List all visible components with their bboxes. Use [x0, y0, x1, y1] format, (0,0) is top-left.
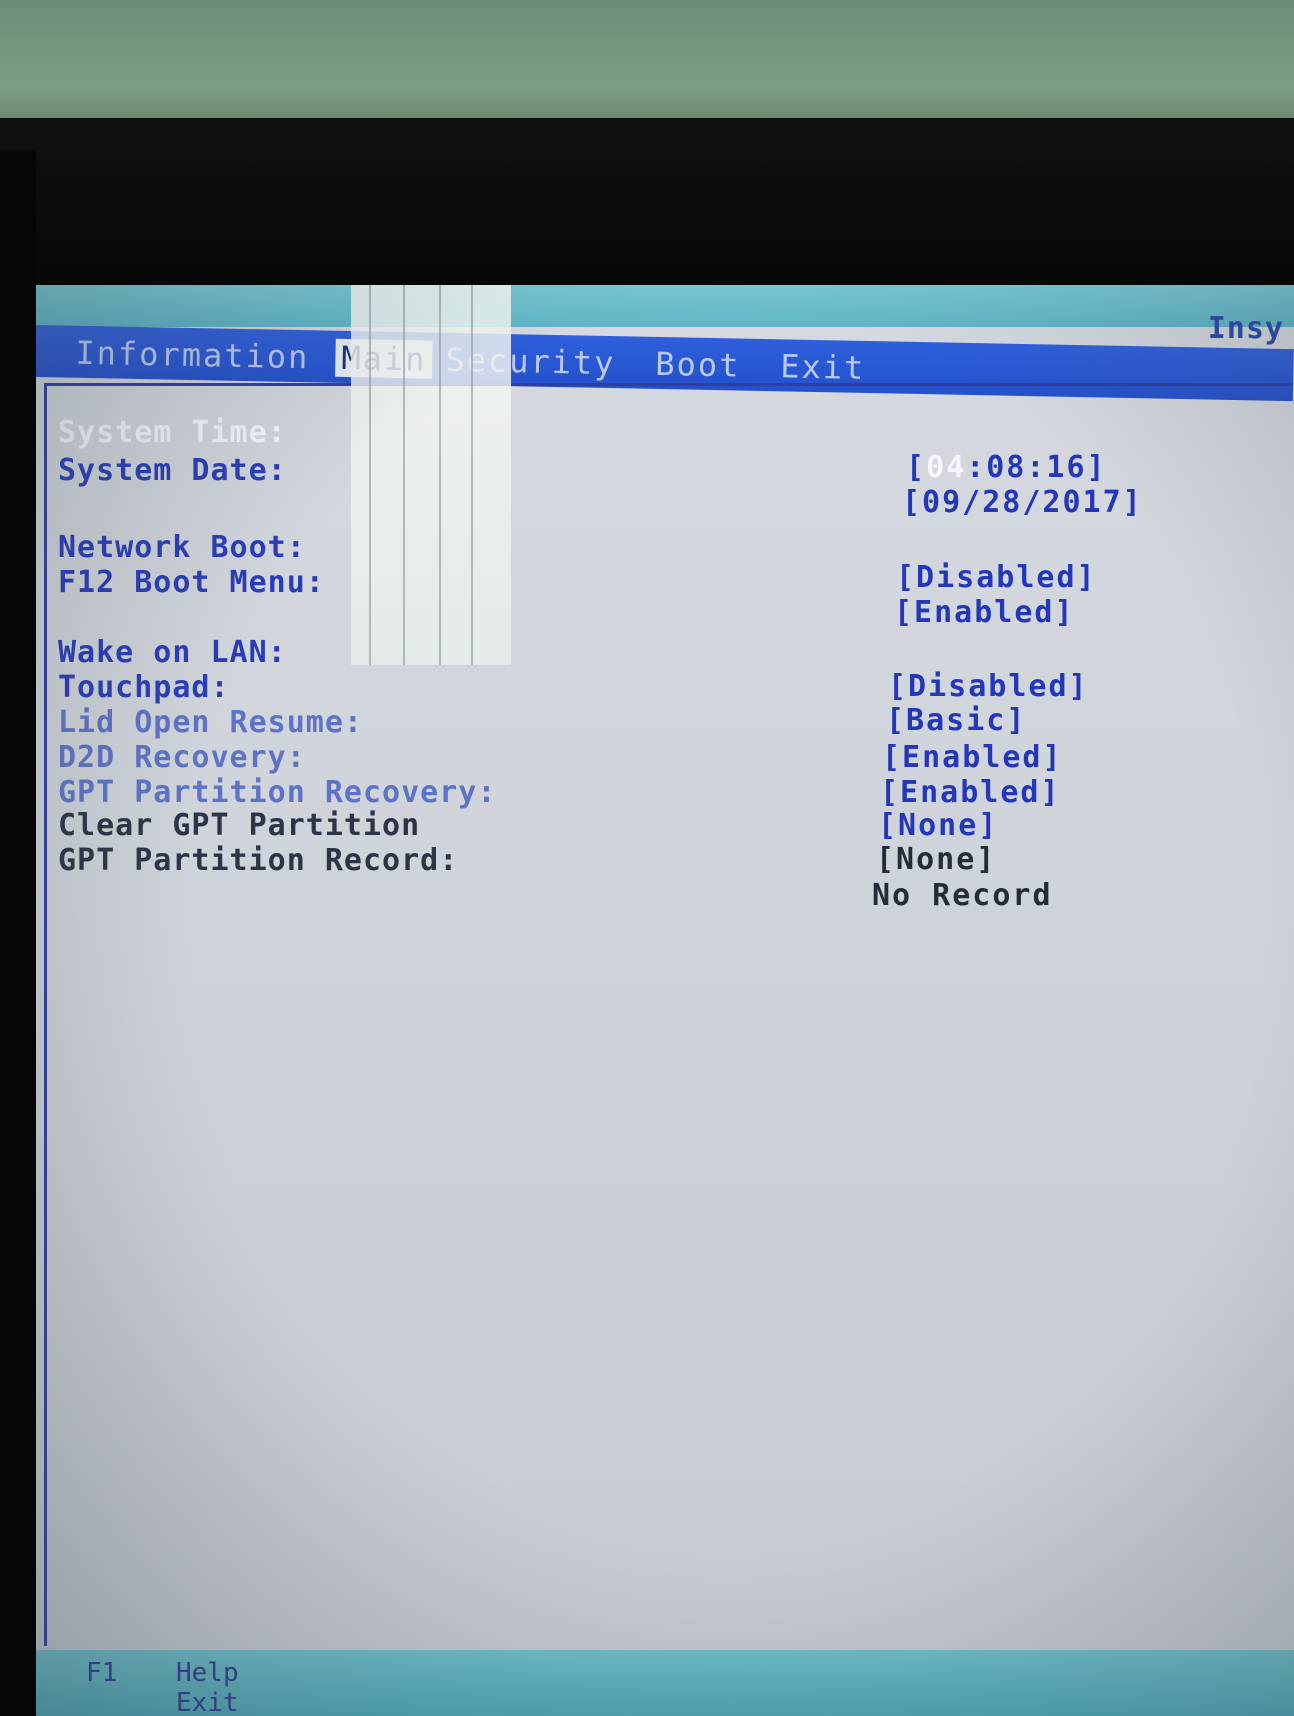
title-strip: [36, 285, 1294, 327]
help-label: Help: [176, 1658, 239, 1688]
setting-label-network-boot[interactable]: Network Boot:: [58, 530, 306, 565]
setting-label-touchpad[interactable]: Touchpad:: [58, 670, 230, 705]
setting-value-network-boot[interactable]: [Disabled]: [896, 560, 1097, 595]
menu-tab-exit[interactable]: Exit: [780, 347, 866, 387]
monitor-bezel-left: [0, 150, 36, 1716]
setting-value-system-time[interactable]: [04:08:16]: [906, 450, 1107, 485]
setting-value-lid-open-resume[interactable]: [Enabled]: [882, 740, 1063, 775]
setting-value-system-date[interactable]: [09/28/2017]: [902, 485, 1143, 520]
help-key-f1: F1: [86, 1658, 118, 1688]
setting-value-wake-on-lan[interactable]: [Disabled]: [888, 669, 1089, 704]
setting-label-system-time[interactable]: System Time:: [58, 415, 287, 450]
vendor-label: Insy: [1207, 311, 1284, 346]
system-time-rest: :08:16]: [966, 450, 1107, 485]
glare-streak: [471, 285, 473, 665]
setting-label-wake-on-lan[interactable]: Wake on LAN:: [58, 635, 287, 670]
setting-label-clear-gpt-partition[interactable]: Clear GPT Partition: [58, 808, 420, 843]
setting-value-touchpad[interactable]: [Basic]: [886, 703, 1026, 738]
glare-streak: [369, 285, 371, 665]
glare-streak: [439, 285, 441, 665]
setting-label-d2d-recovery[interactable]: D2D Recovery:: [58, 740, 306, 775]
setting-label-gpt-partition-record: GPT Partition Record:: [58, 843, 459, 878]
setting-value-gpt-partition-record: No Record: [872, 878, 1053, 913]
setting-label-gpt-partition-recovery[interactable]: GPT Partition Recovery:: [58, 775, 496, 810]
setting-label-system-date[interactable]: System Date:: [58, 453, 287, 488]
light-glare-reflection: [351, 285, 511, 665]
glare-streak: [403, 285, 405, 665]
monitor-bezel: [0, 118, 1294, 293]
exit-label: Exit: [176, 1688, 239, 1716]
setting-label-lid-open-resume[interactable]: Lid Open Resume:: [58, 705, 363, 740]
help-bar: F1 Help Exit: [36, 1650, 1294, 1716]
setting-value-f12-boot-menu[interactable]: [Enabled]: [894, 595, 1075, 630]
system-time-hour-field[interactable]: 04: [926, 450, 966, 485]
setting-value-gpt-partition-recovery[interactable]: [None]: [878, 808, 998, 843]
menu-tab-boot[interactable]: Boot: [655, 345, 741, 385]
menu-tab-information[interactable]: Information: [75, 334, 310, 376]
setting-label-f12-boot-menu[interactable]: F12 Boot Menu:: [58, 565, 325, 600]
bios-screen: Information Main Security Boot Exit Insy…: [36, 285, 1294, 1716]
setting-value-clear-gpt-partition[interactable]: [None]: [876, 842, 996, 877]
system-time-bracket-open: [: [906, 450, 927, 485]
setting-value-d2d-recovery[interactable]: [Enabled]: [880, 775, 1061, 810]
